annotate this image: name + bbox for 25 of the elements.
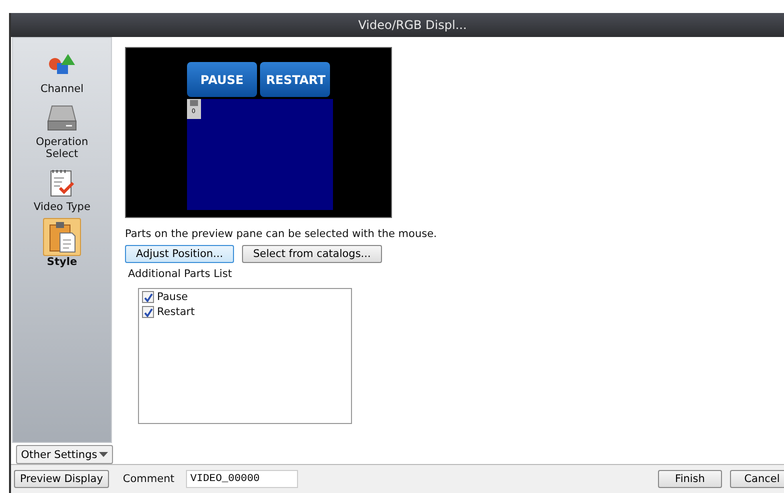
- comment-label: Comment: [122, 473, 174, 485]
- other-settings-dropdown[interactable]: Other Settings: [16, 445, 113, 464]
- window-title: Video/RGB Displ...: [358, 18, 467, 32]
- parts-list-item[interactable]: Restart: [142, 306, 348, 318]
- sidebar-item[interactable]: Channel: [20, 46, 104, 96]
- drive-icon: [46, 104, 78, 132]
- preview-part-button[interactable]: RESTART: [260, 62, 330, 97]
- action-button[interactable]: Adjust Position...: [125, 245, 234, 263]
- sidebar-item[interactable]: Operation Select: [20, 99, 104, 161]
- parts-list-label: Additional Parts List: [128, 268, 232, 280]
- action-button[interactable]: Select from catalogs...: [242, 245, 382, 263]
- clipboard-icon: [47, 220, 77, 254]
- checkbox[interactable]: [142, 306, 154, 318]
- sidebar-item[interactable]: Video Type: [20, 164, 104, 214]
- sidebar-item[interactable]: Style: [20, 217, 104, 269]
- parts-list-item[interactable]: Pause: [142, 291, 348, 303]
- checklist-icon: [48, 168, 76, 198]
- caret-icon: [99, 452, 108, 457]
- checkbox[interactable]: [142, 291, 154, 303]
- preview-display-button[interactable]: Preview Display: [14, 470, 109, 488]
- dialog-button[interactable]: Cancel: [730, 470, 784, 488]
- preview-part-button[interactable]: PAUSE: [187, 62, 257, 97]
- dialog-button[interactable]: Finish: [658, 470, 722, 488]
- hint-text: Parts on the preview pane can be selected with the mouse.: [125, 228, 437, 240]
- comment-field[interactable]: VIDEO_00000: [186, 470, 298, 488]
